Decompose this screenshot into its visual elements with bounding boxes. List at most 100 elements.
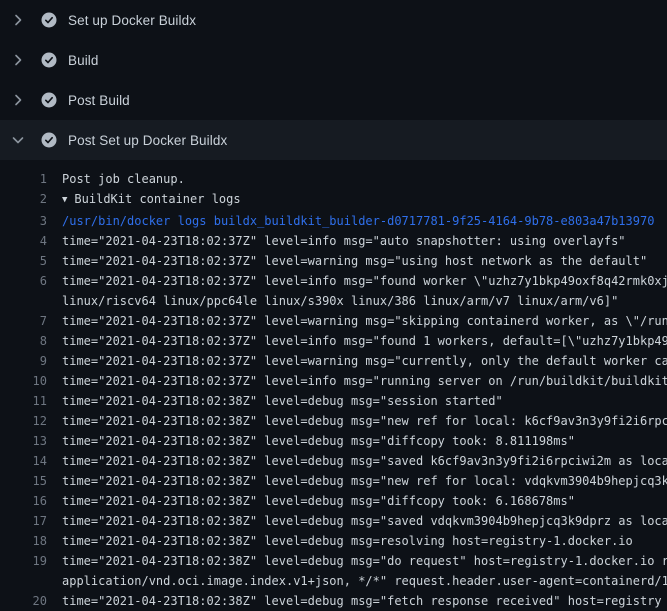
- log-line: 15 time="2021-04-23T18:02:38Z" level=deb…: [0, 471, 667, 491]
- log-line-content: time="2021-04-23T18:02:38Z" level=debug …: [47, 431, 667, 451]
- log-line-content: /usr/bin/docker logs buildx_buildkit_bui…: [47, 211, 667, 231]
- line-number[interactable]: 2: [0, 189, 47, 211]
- log-line-content: time="2021-04-23T18:02:38Z" level=debug …: [47, 511, 667, 531]
- step-label: Post Set up Docker Buildx: [68, 133, 227, 148]
- log-text: time="2021-04-23T18:02:38Z" level=debug …: [62, 454, 667, 468]
- log-text: time="2021-04-23T18:02:37Z" level=info m…: [62, 234, 626, 248]
- line-number[interactable]: 18: [0, 531, 47, 551]
- log-line-content: time="2021-04-23T18:02:38Z" level=debug …: [47, 591, 667, 611]
- log-line-content: ▼ BuildKit container logs: [47, 189, 667, 211]
- log-line: 5 time="2021-04-23T18:02:37Z" level=warn…: [0, 251, 667, 271]
- log-text: application/vnd.oci.image.index.v1+json,…: [62, 574, 667, 588]
- line-number[interactable]: 15: [0, 471, 47, 491]
- log-line-content: time="2021-04-23T18:02:38Z" level=debug …: [47, 411, 667, 431]
- log-text: time="2021-04-23T18:02:37Z" level=info m…: [62, 374, 667, 388]
- log-line-content: time="2021-04-23T18:02:38Z" level=debug …: [47, 471, 667, 491]
- step-label: Post Build: [68, 93, 130, 108]
- log-line: 14 time="2021-04-23T18:02:38Z" level=deb…: [0, 451, 667, 471]
- line-number[interactable]: 13: [0, 431, 47, 451]
- log-text: Post job cleanup.: [62, 172, 185, 186]
- line-number[interactable]: 14: [0, 451, 47, 471]
- log-text: time="2021-04-23T18:02:37Z" level=info m…: [62, 334, 667, 348]
- line-number[interactable]: 6: [0, 271, 47, 291]
- log-line: 19 time="2021-04-23T18:02:38Z" level=deb…: [0, 551, 667, 571]
- log-line-content: time="2021-04-23T18:02:37Z" level=info m…: [47, 331, 667, 351]
- line-number[interactable]: 1: [0, 169, 47, 189]
- line-number[interactable]: 11: [0, 391, 47, 411]
- log-area: 1 Post job cleanup. 2 ▼ BuildKit containe…: [0, 160, 667, 611]
- line-number[interactable]: 4: [0, 231, 47, 251]
- log-line: linux/riscv64 linux/ppc64le linux/s390x …: [0, 291, 667, 311]
- log-line: 18 time="2021-04-23T18:02:38Z" level=deb…: [0, 531, 667, 551]
- log-text: BuildKit container logs: [74, 192, 240, 206]
- line-number[interactable]: 7: [0, 311, 47, 331]
- log-line: 1 Post job cleanup.: [0, 169, 667, 189]
- log-text: time="2021-04-23T18:02:38Z" level=debug …: [62, 434, 575, 448]
- chevron-icon[interactable]: [10, 132, 26, 148]
- log-line: application/vnd.oci.image.index.v1+json,…: [0, 571, 667, 591]
- log-line: 17 time="2021-04-23T18:02:38Z" level=deb…: [0, 511, 667, 531]
- log-text: time="2021-04-23T18:02:37Z" level=warnin…: [62, 354, 667, 368]
- log-line: 12 time="2021-04-23T18:02:38Z" level=deb…: [0, 411, 667, 431]
- log-line-content: time="2021-04-23T18:02:37Z" level=info m…: [47, 371, 667, 391]
- step-list: Set up Docker Buildx Build Post Buil: [0, 0, 667, 160]
- line-number[interactable]: [0, 291, 47, 311]
- log-line-content: time="2021-04-23T18:02:38Z" level=debug …: [47, 531, 667, 551]
- log-line: 2 ▼ BuildKit container logs: [0, 189, 667, 211]
- log-line-content: time="2021-04-23T18:02:37Z" level=info m…: [47, 231, 667, 251]
- line-number[interactable]: 8: [0, 331, 47, 351]
- chevron-icon[interactable]: [10, 52, 26, 68]
- log-text: time="2021-04-23T18:02:37Z" level=warnin…: [62, 314, 667, 328]
- line-number[interactable]: 19: [0, 551, 47, 571]
- step-label: Set up Docker Buildx: [68, 13, 196, 28]
- step-row[interactable]: Build: [0, 40, 667, 80]
- log-line: 11 time="2021-04-23T18:02:38Z" level=deb…: [0, 391, 667, 411]
- log-line-content: time="2021-04-23T18:02:38Z" level=debug …: [47, 451, 667, 471]
- log-text: time="2021-04-23T18:02:38Z" level=debug …: [62, 594, 662, 608]
- actions-log-viewer: Set up Docker Buildx Build Post Buil: [0, 0, 667, 611]
- log-line-content: time="2021-04-23T18:02:37Z" level=warnin…: [47, 351, 667, 371]
- group-toggle-arrow[interactable]: ▼: [62, 195, 67, 205]
- line-number[interactable]: 12: [0, 411, 47, 431]
- log-line: 8 time="2021-04-23T18:02:37Z" level=info…: [0, 331, 667, 351]
- log-line-content: time="2021-04-23T18:02:38Z" level=debug …: [47, 551, 667, 571]
- line-number[interactable]: 5: [0, 251, 47, 271]
- line-number[interactable]: 20: [0, 591, 47, 611]
- step-label: Build: [68, 53, 99, 68]
- log-line: 6 time="2021-04-23T18:02:37Z" level=info…: [0, 271, 667, 291]
- step-row[interactable]: Post Build: [0, 80, 667, 120]
- log-line: 13 time="2021-04-23T18:02:38Z" level=deb…: [0, 431, 667, 451]
- log-text: time="2021-04-23T18:02:37Z" level=warnin…: [62, 254, 647, 268]
- log-text: /usr/bin/docker logs buildx_buildkit_bui…: [62, 214, 654, 228]
- log-text: time="2021-04-23T18:02:38Z" level=debug …: [62, 554, 667, 568]
- line-number[interactable]: 17: [0, 511, 47, 531]
- line-number[interactable]: 10: [0, 371, 47, 391]
- log-line: 3 /usr/bin/docker logs buildx_buildkit_b…: [0, 211, 667, 231]
- log-text: linux/riscv64 linux/ppc64le linux/s390x …: [62, 294, 618, 308]
- log-text: time="2021-04-23T18:02:38Z" level=debug …: [62, 494, 575, 508]
- chevron-icon[interactable]: [10, 92, 26, 108]
- step-row[interactable]: Set up Docker Buildx: [0, 0, 667, 40]
- check-circle-icon: [41, 52, 57, 68]
- log-line-content: time="2021-04-23T18:02:38Z" level=debug …: [47, 491, 667, 511]
- log-line-content: time="2021-04-23T18:02:37Z" level=warnin…: [47, 251, 667, 271]
- log-line-content: time="2021-04-23T18:02:37Z" level=info m…: [47, 271, 667, 291]
- log-text: time="2021-04-23T18:02:37Z" level=info m…: [62, 274, 667, 288]
- log-line: 16 time="2021-04-23T18:02:38Z" level=deb…: [0, 491, 667, 511]
- log-text: time="2021-04-23T18:02:38Z" level=debug …: [62, 534, 633, 548]
- log-line: 4 time="2021-04-23T18:02:37Z" level=info…: [0, 231, 667, 251]
- log-text: time="2021-04-23T18:02:38Z" level=debug …: [62, 394, 503, 408]
- line-number[interactable]: 16: [0, 491, 47, 511]
- check-circle-icon: [41, 92, 57, 108]
- log-line: 9 time="2021-04-23T18:02:37Z" level=warn…: [0, 351, 667, 371]
- log-text: time="2021-04-23T18:02:38Z" level=debug …: [62, 514, 667, 528]
- log-line-content: time="2021-04-23T18:02:37Z" level=warnin…: [47, 311, 667, 331]
- line-number[interactable]: 9: [0, 351, 47, 371]
- step-row[interactable]: Post Set up Docker Buildx: [0, 120, 667, 160]
- log-line: 20 time="2021-04-23T18:02:38Z" level=deb…: [0, 591, 667, 611]
- check-circle-icon: [41, 12, 57, 28]
- line-number[interactable]: 3: [0, 211, 47, 231]
- line-number[interactable]: [0, 571, 47, 591]
- chevron-icon[interactable]: [10, 12, 26, 28]
- log-line-content: linux/riscv64 linux/ppc64le linux/s390x …: [47, 291, 667, 311]
